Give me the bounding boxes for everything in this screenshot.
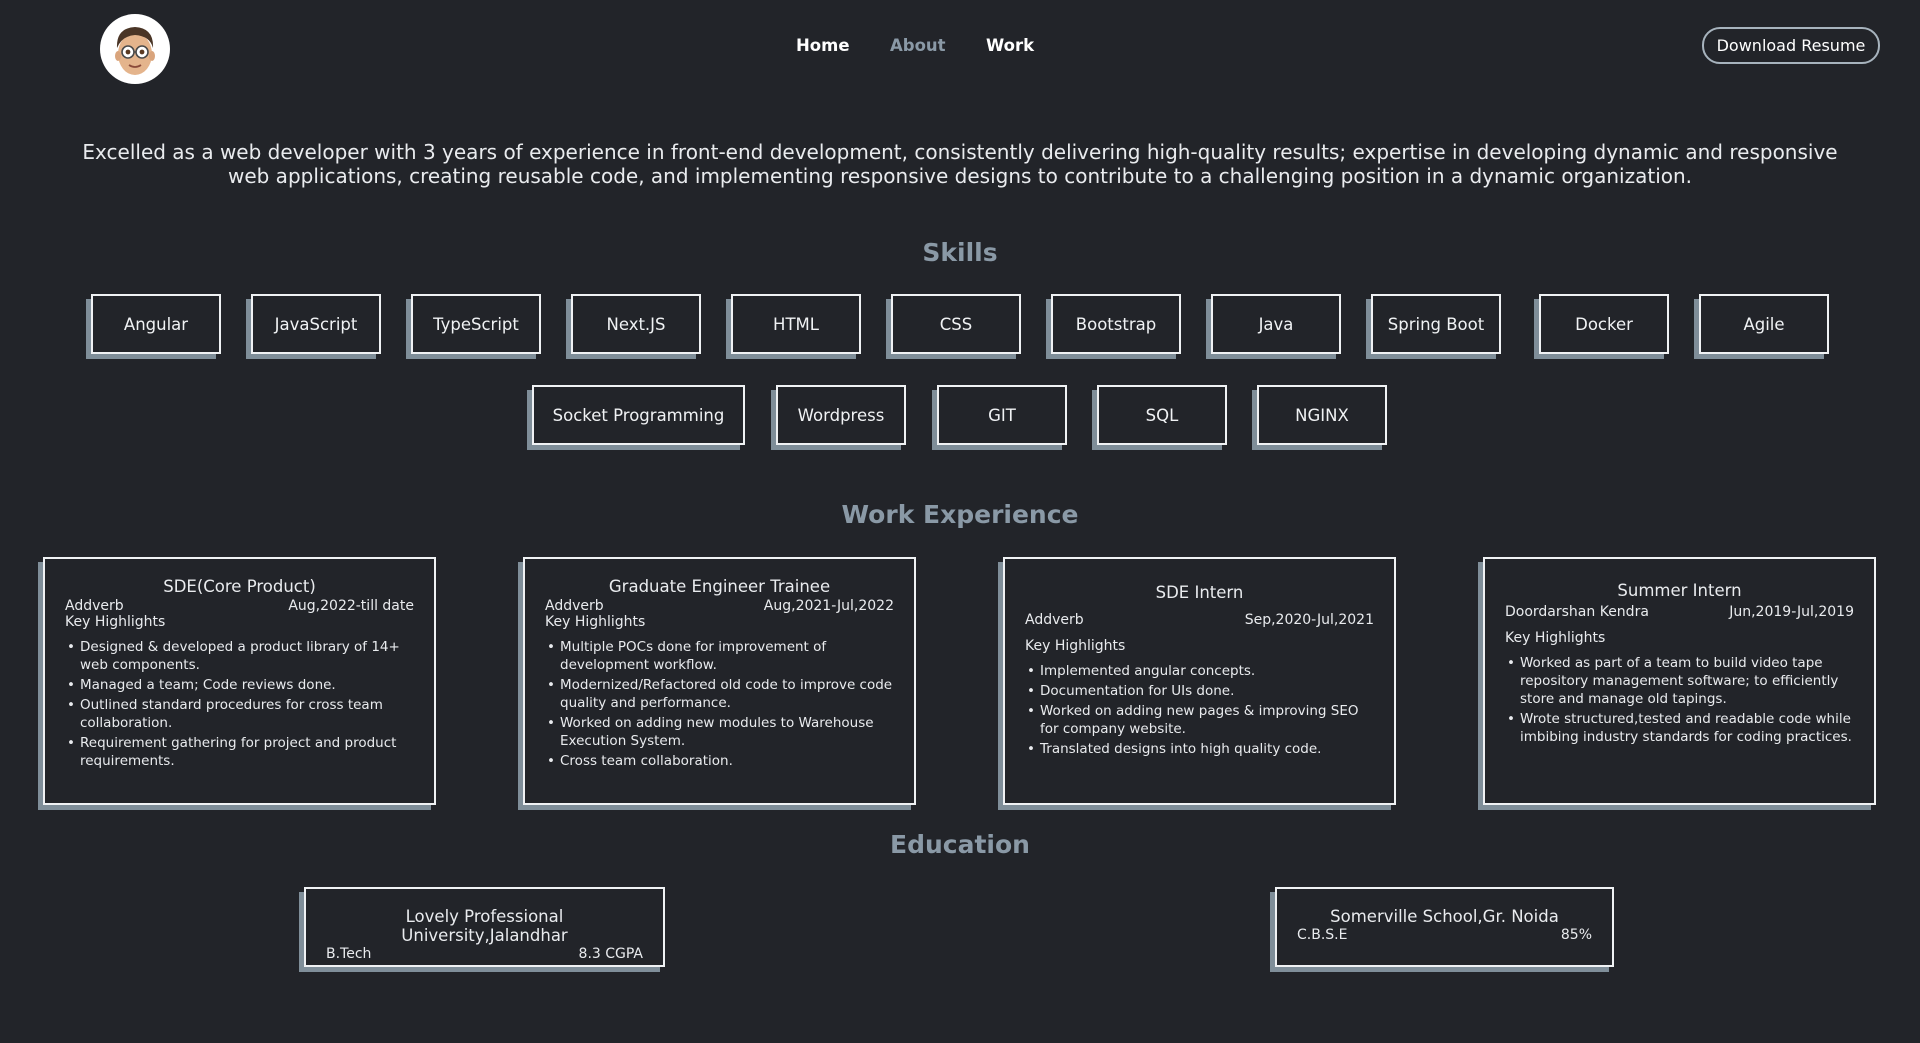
- highlight-item: Wrote structured,tested and readable cod…: [1505, 710, 1854, 746]
- highlight-item: Managed a team; Code reviews done.: [65, 676, 414, 694]
- highlight-item: Worked on adding new pages & improving S…: [1025, 702, 1374, 738]
- skill-chip: Socket Programming: [532, 385, 745, 445]
- highlight-item: Requirement gathering for project and pr…: [65, 734, 414, 770]
- profile-summary: Excelled as a web developer with 3 years…: [82, 140, 1838, 188]
- nav-work-link[interactable]: Work: [986, 36, 1034, 55]
- job-period: Aug,2021-Jul,2022: [763, 598, 894, 614]
- skill-chip: Angular: [91, 294, 221, 354]
- job-company: Addverb: [545, 598, 604, 614]
- work-card: SDE(Core Product) Addverb Aug,2022-till …: [43, 557, 436, 805]
- skills-title: Skills: [922, 238, 998, 267]
- skill-chip: Agile: [1699, 294, 1829, 354]
- job-role: Summer Intern: [1617, 581, 1742, 600]
- highlight-item: Designed & developed a product library o…: [65, 638, 414, 674]
- institution-name: Somerville School,Gr. Noida: [1330, 907, 1559, 926]
- education-degree: C.B.S.E: [1297, 927, 1348, 943]
- job-company: Doordarshan Kendra: [1505, 604, 1649, 620]
- key-highlights-label: Key Highlights: [545, 614, 646, 630]
- skill-chip: TypeScript: [411, 294, 541, 354]
- highlight-item: Modernized/Refactored old code to improv…: [545, 676, 894, 712]
- skill-chip: CSS: [891, 294, 1021, 354]
- job-role: SDE Intern: [1155, 583, 1244, 602]
- highlights-list: Designed & developed a product library o…: [65, 638, 414, 770]
- highlight-item: Documentation for UIs done.: [1025, 682, 1374, 700]
- skill-chip: Wordpress: [776, 385, 906, 445]
- job-company: Addverb: [1025, 612, 1084, 628]
- education-score: 85%: [1560, 927, 1592, 943]
- nav-home-link[interactable]: Home: [796, 36, 850, 55]
- job-period: Aug,2022-till date: [288, 598, 414, 614]
- work-experience-title: Work Experience: [841, 500, 1079, 529]
- education-score: 8.3 CGPA: [578, 946, 643, 962]
- skill-chip: Next.JS: [571, 294, 701, 354]
- skill-chip: NGINX: [1257, 385, 1387, 445]
- memoji-avatar-icon: [115, 27, 155, 75]
- skill-chip: HTML: [731, 294, 861, 354]
- highlight-item: Cross team collaboration.: [545, 752, 894, 770]
- highlight-item: Translated designs into high quality cod…: [1025, 740, 1374, 758]
- work-card: Graduate Engineer Trainee Addverb Aug,20…: [523, 557, 916, 805]
- job-period: Sep,2020-Jul,2021: [1244, 612, 1374, 628]
- job-role: SDE(Core Product): [163, 577, 316, 596]
- highlights-list: Worked as part of a team to build video …: [1505, 654, 1854, 746]
- institution-name: Lovely Professional University,Jalandhar: [401, 907, 568, 945]
- job-role: Graduate Engineer Trainee: [608, 577, 831, 596]
- work-card: Summer Intern Doordarshan Kendra Jun,201…: [1483, 557, 1876, 805]
- skill-chip: GIT: [937, 385, 1067, 445]
- highlight-item: Worked as part of a team to build video …: [1505, 654, 1854, 708]
- skill-chip: Spring Boot: [1371, 294, 1501, 354]
- avatar[interactable]: [100, 14, 170, 84]
- highlights-list: Implemented angular concepts. Documentat…: [1025, 662, 1374, 758]
- skill-chip: Docker: [1539, 294, 1669, 354]
- download-resume-button[interactable]: Download Resume: [1702, 27, 1880, 64]
- job-period: Jun,2019-Jul,2019: [1729, 604, 1854, 620]
- skill-chip: SQL: [1097, 385, 1227, 445]
- job-company: Addverb: [65, 598, 124, 614]
- highlight-item: Worked on adding new modules to Warehous…: [545, 714, 894, 750]
- highlight-item: Implemented angular concepts.: [1025, 662, 1374, 680]
- key-highlights-label: Key Highlights: [1505, 630, 1606, 646]
- highlight-item: Outlined standard procedures for cross t…: [65, 696, 414, 732]
- highlight-item: Multiple POCs done for improvement of de…: [545, 638, 894, 674]
- key-highlights-label: Key Highlights: [65, 614, 166, 630]
- education-card: Somerville School,Gr. Noida C.B.S.E 85%: [1275, 887, 1614, 967]
- highlights-list: Multiple POCs done for improvement of de…: [545, 638, 894, 770]
- nav-about-link[interactable]: About: [890, 36, 946, 55]
- skill-chip: JavaScript: [251, 294, 381, 354]
- skill-chip: Bootstrap: [1051, 294, 1181, 354]
- skill-chip: Java: [1211, 294, 1341, 354]
- education-card: Lovely Professional University,Jalandhar…: [304, 887, 665, 967]
- education-degree: B.Tech: [326, 946, 372, 962]
- work-card: SDE Intern Addverb Sep,2020-Jul,2021 Key…: [1003, 557, 1396, 805]
- education-title: Education: [890, 830, 1030, 859]
- key-highlights-label: Key Highlights: [1025, 638, 1126, 654]
